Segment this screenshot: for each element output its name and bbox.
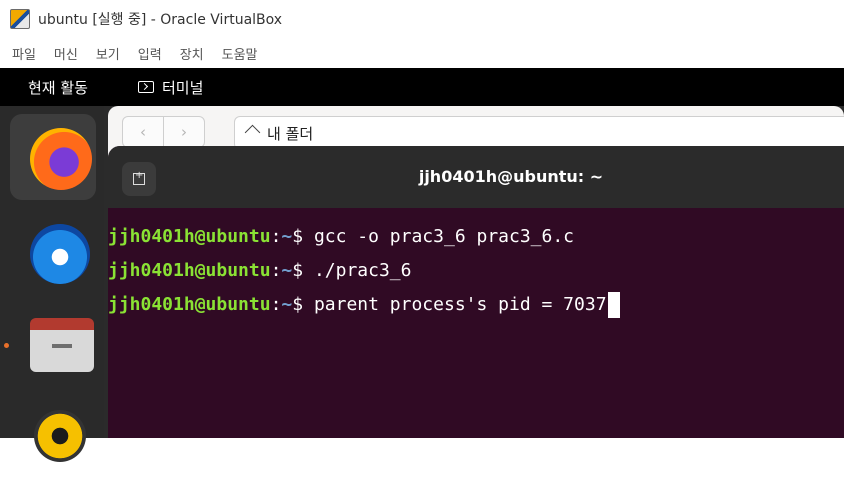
dock-item-firefox[interactable]	[10, 114, 96, 200]
prompt-path: ~	[281, 226, 293, 247]
menu-devices[interactable]: 장치	[180, 44, 204, 63]
firefox-icon	[30, 128, 92, 190]
terminal-command: ./prac3_6	[313, 260, 412, 281]
activities-button[interactable]: 현재 활동	[28, 77, 88, 98]
forward-button[interactable]: ›	[163, 116, 205, 148]
prompt-user: jjh0401h@ubuntu	[108, 294, 271, 315]
prompt-user: jjh0401h@ubuntu	[108, 226, 271, 247]
prompt-separator: :	[270, 260, 282, 281]
terminal-line: jjh0401h@ubuntu:~$ parent process's pid …	[108, 288, 844, 322]
dock-item-rhythmbox[interactable]	[10, 396, 96, 482]
vbox-titlebar: ubuntu [실행 중] - Oracle VirtualBox	[0, 0, 844, 38]
home-icon	[247, 127, 261, 139]
prompt-separator: :	[270, 294, 282, 315]
prompt-symbol: $	[292, 260, 314, 281]
dock-item-files[interactable]	[10, 304, 96, 390]
prompt-separator: :	[270, 226, 282, 247]
menu-machine[interactable]: 머신	[54, 44, 78, 63]
prompt-symbol: $	[292, 294, 314, 315]
terminal-window[interactable]: jjh0401h@ubuntu: ~ jjh0401h@ubuntu:~$ gc…	[108, 146, 844, 438]
rhythmbox-icon	[34, 410, 86, 462]
gnome-topbar: 현재 활동 터미널	[0, 68, 844, 106]
terminal-icon	[137, 81, 154, 93]
app-menu-label: 터미널	[161, 78, 204, 97]
menu-input[interactable]: 입력	[138, 44, 162, 63]
thunderbird-icon	[30, 224, 90, 284]
menu-file[interactable]: 파일	[12, 44, 36, 63]
terminal-command: parent process's pid = 7037	[313, 294, 607, 315]
vbox-menubar: 파일 머신 보기 입력 장치 도움말	[0, 38, 844, 68]
menu-view[interactable]: 보기	[96, 44, 120, 63]
running-indicator	[4, 343, 9, 348]
app-menu[interactable]: 터미널	[137, 77, 204, 98]
terminal-headerbar: jjh0401h@ubuntu: ~	[108, 146, 844, 208]
terminal-line: jjh0401h@ubuntu:~$ gcc -o prac3_6 prac3_…	[108, 220, 844, 254]
prompt-user: jjh0401h@ubuntu	[108, 260, 271, 281]
terminal-cursor	[607, 292, 620, 318]
virtualbox-logo-icon	[10, 9, 30, 29]
window-title: ubuntu [실행 중] - Oracle VirtualBox	[38, 12, 283, 28]
prompt-symbol: $	[292, 226, 314, 247]
terminal-line: jjh0401h@ubuntu:~$ ./prac3_6	[108, 254, 844, 288]
prompt-path: ~	[281, 294, 293, 315]
terminal-title: jjh0401h@ubuntu: ~	[418, 167, 604, 186]
new-tab-icon	[133, 170, 145, 185]
location-text: 내 폴더	[267, 124, 314, 143]
terminal-output[interactable]: jjh0401h@ubuntu:~$ gcc -o prac3_6 prac3_…	[108, 220, 844, 322]
dock	[0, 106, 104, 462]
back-button[interactable]: ‹	[122, 116, 164, 148]
dock-item-thunderbird[interactable]	[10, 212, 96, 298]
location-bar[interactable]: 내 폴더	[234, 116, 844, 150]
terminal-command: gcc -o prac3_6 prac3_6.c	[313, 226, 575, 247]
files-icon	[30, 318, 94, 372]
new-tab-button[interactable]	[122, 162, 156, 196]
menu-help[interactable]: 도움말	[222, 44, 258, 63]
prompt-path: ~	[281, 260, 293, 281]
